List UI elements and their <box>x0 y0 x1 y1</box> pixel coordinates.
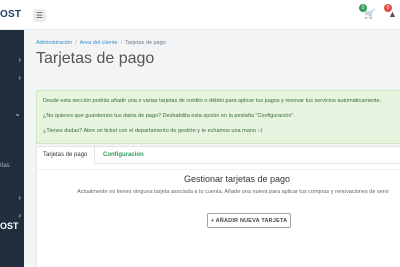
manage-cards-title: Gestionar tarjetas de pago <box>183 174 291 184</box>
info-line-1: Desde esta sección podrás añadir una o v… <box>43 98 382 104</box>
alert-count-badge: 0 <box>384 4 392 12</box>
add-new-card-button[interactable]: + AÑADIR NUEVA TARJETA <box>207 213 291 228</box>
menu-toggle-button[interactable]: ☰ <box>33 9 46 22</box>
sidebar-item-4[interactable]: › <box>0 190 24 210</box>
breadcrumb-area-cliente[interactable]: Área del cliente <box>80 40 118 46</box>
hamburger-icon: ☰ <box>35 10 44 20</box>
info-line-2: ¿No quieres que guardemos tus datos de p… <box>43 113 295 119</box>
chevron-right-icon: › <box>18 211 21 220</box>
cart-count-badge: 0 <box>359 4 367 12</box>
sidebar-item-3[interactable]: ⌄ <box>0 106 24 126</box>
cards-section: Gestionar tarjetas de pago Actualmente n… <box>37 169 400 267</box>
sidebar-item-label: ítas <box>0 163 10 169</box>
page-title: Tarjetas de pago <box>36 50 155 67</box>
sidebar-brand-logo: OST <box>0 221 19 231</box>
sidebar: › › ⌄ ítas › › OST <box>0 30 24 267</box>
sidebar-item-1[interactable]: › <box>0 52 24 72</box>
chevron-down-icon: ⌄ <box>14 109 21 118</box>
brand-logo[interactable]: OST <box>0 7 22 23</box>
breadcrumb-current: Tarjetas de pago <box>125 40 166 46</box>
top-bar: OST ☰ 🛒 0 ▲ 0 <box>0 0 400 30</box>
sidebar-item-2[interactable]: › <box>0 70 24 90</box>
no-cards-message: Actualmente no tienes ninguna tarjeta as… <box>77 189 389 195</box>
info-alert: Desde esta sección podrás añadir una o v… <box>36 90 400 144</box>
info-line-3: ¿Tienes dudas? Abre un ticket con el dep… <box>43 128 263 134</box>
chevron-right-icon: › <box>18 193 21 202</box>
cart-icon[interactable]: 🛒 <box>364 10 375 19</box>
main-content: Administración / Área del cliente / Tarjetas… <box>24 30 400 267</box>
tab-tarjetas-de-pago[interactable]: Tarjetas de pago <box>37 147 95 165</box>
chevron-right-icon: › <box>18 73 21 82</box>
payment-cards-panel: Tarjetas de pago Configuración Gestionar… <box>36 146 400 267</box>
tab-bar: Tarjetas de pago Configuración <box>37 147 400 165</box>
breadcrumb-administracion[interactable]: Administración <box>36 40 72 46</box>
tab-configuracion[interactable]: Configuración <box>97 147 150 164</box>
sidebar-subitem[interactable]: ítas <box>0 158 24 178</box>
breadcrumb: Administración / Área del cliente / Tarjetas… <box>36 40 166 46</box>
chevron-right-icon: › <box>18 55 21 64</box>
